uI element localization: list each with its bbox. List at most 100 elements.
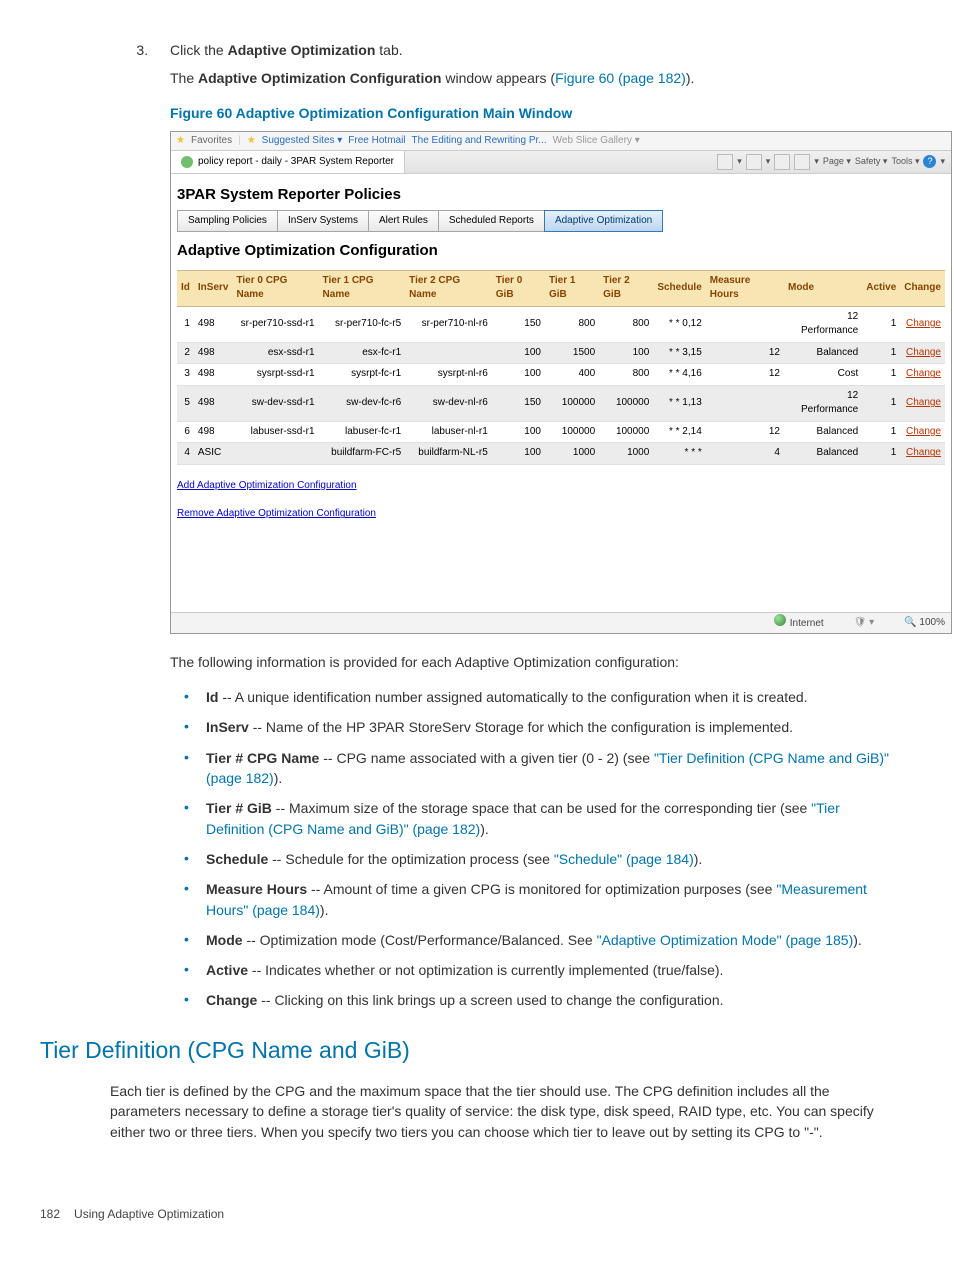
term-schedule: Schedule -- Schedule for the optimizatio… xyxy=(174,844,894,874)
cell-t2gib: 100000 xyxy=(599,421,653,443)
cell-id: 1 xyxy=(177,306,194,342)
table-row: 4ASICbuildfarm-FC-r5buildfarm-NL-r510010… xyxy=(177,443,945,465)
cell-t2gib: 800 xyxy=(599,306,653,342)
cell-t2name: sysrpt-nl-r6 xyxy=(405,364,492,386)
cell-t1gib: 1500 xyxy=(545,342,599,364)
col-schedule[interactable]: Schedule xyxy=(653,270,705,306)
gallery-link[interactable]: Web Slice Gallery ▾ xyxy=(553,134,640,149)
term-mode: Mode -- Optimization mode (Cost/Performa… xyxy=(174,925,894,955)
cell-t0gib: 150 xyxy=(492,385,545,421)
change-link[interactable]: Change xyxy=(906,368,941,379)
term-measure-hours: Measure Hours -- Amount of time a given … xyxy=(174,874,894,925)
col-change[interactable]: Change xyxy=(900,270,945,306)
cell-mode: Cost xyxy=(784,364,862,386)
help-icon[interactable]: ? xyxy=(923,155,936,168)
page-footer: 182Using Adaptive Optimization xyxy=(40,1206,894,1223)
table-row: 1498sr-per710-ssd-r1sr-per710-fc-r5sr-pe… xyxy=(177,306,945,342)
cell-t1name: sw-dev-fc-r6 xyxy=(319,385,406,421)
cell-change: Change xyxy=(900,306,945,342)
safety-menu[interactable]: Safety ▾ xyxy=(855,155,888,168)
cell-t0name: sw-dev-ssd-r1 xyxy=(232,385,318,421)
report-page-title: 3PAR System Reporter Policies xyxy=(177,184,945,206)
col-tier1-name[interactable]: Tier 1 CPG Name xyxy=(319,270,406,306)
following-info-line: The following information is provided fo… xyxy=(170,652,894,672)
cell-mode: Balanced xyxy=(784,421,862,443)
table-row: 5498sw-dev-ssd-r1sw-dev-fc-r6sw-dev-nl-r… xyxy=(177,385,945,421)
tools-menu[interactable]: Tools ▾ xyxy=(891,155,919,168)
config-table: Id InServ Tier 0 CPG Name Tier 1 CPG Nam… xyxy=(177,270,945,465)
feeds-icon[interactable] xyxy=(746,154,762,170)
protected-mode-icon[interactable]: 🛡 ▾ xyxy=(854,616,875,631)
col-measure-hours[interactable]: Measure Hours xyxy=(706,270,784,306)
home-icon[interactable] xyxy=(717,154,733,170)
cell-t0gib: 100 xyxy=(492,364,545,386)
print-icon[interactable] xyxy=(794,154,810,170)
change-link[interactable]: Change xyxy=(906,347,941,358)
cell-t2name: buildfarm-NL-r5 xyxy=(405,443,492,465)
figure-cross-ref[interactable]: Figure 60 (page 182) xyxy=(555,70,686,86)
cell-mode: Balanced xyxy=(784,342,862,364)
remove-config-link[interactable]: Remove Adaptive Optimization Configurati… xyxy=(177,507,945,522)
step-text: Click the xyxy=(170,42,228,58)
cell-schedule: * * 0,12 xyxy=(653,306,705,342)
cell-active: 1 xyxy=(862,306,900,342)
col-id[interactable]: Id xyxy=(177,270,194,306)
tab-adaptive-optimization[interactable]: Adaptive Optimization xyxy=(544,210,663,233)
term-id: Id -- A unique identification number ass… xyxy=(174,682,894,712)
table-row: 3498sysrpt-ssd-r1sysrpt-fc-r1sysrpt-nl-r… xyxy=(177,364,945,386)
cell-measure-hours: 4 xyxy=(706,443,784,465)
cell-change: Change xyxy=(900,342,945,364)
add-config-link[interactable]: Add Adaptive Optimization Configuration xyxy=(177,479,945,494)
tab-sampling-policies[interactable]: Sampling Policies xyxy=(177,210,278,233)
cell-active: 1 xyxy=(862,443,900,465)
cell-t2name xyxy=(405,342,492,364)
ao-mode-link[interactable]: "Adaptive Optimization Mode" (page 185) xyxy=(597,932,854,948)
col-active[interactable]: Active xyxy=(862,270,900,306)
cell-inserv: 498 xyxy=(194,306,233,342)
mail-icon[interactable] xyxy=(774,154,790,170)
cell-change: Change xyxy=(900,385,945,421)
tier-def-body: Each tier is defined by the CPG and the … xyxy=(110,1081,904,1142)
step-subline: The Adaptive Optimization Configuration … xyxy=(170,68,894,88)
term-inserv: InServ -- Name of the HP 3PAR StoreServ … xyxy=(174,712,894,742)
editing-link[interactable]: The Editing and Rewriting Pr... xyxy=(412,134,547,149)
change-link[interactable]: Change xyxy=(906,397,941,408)
cell-t2gib: 100 xyxy=(599,342,653,364)
cell-id: 5 xyxy=(177,385,194,421)
col-tier0-name[interactable]: Tier 0 CPG Name xyxy=(232,270,318,306)
col-tier2-name[interactable]: Tier 2 CPG Name xyxy=(405,270,492,306)
cell-inserv: 498 xyxy=(194,421,233,443)
cell-change: Change xyxy=(900,443,945,465)
cell-inserv: 498 xyxy=(194,342,233,364)
term-tier-cpg-name: Tier # CPG Name -- CPG name associated w… xyxy=(174,743,894,794)
cell-t0gib: 100 xyxy=(492,342,545,364)
cell-t0name xyxy=(232,443,318,465)
tab-inserv-systems[interactable]: InServ Systems xyxy=(277,210,369,233)
favorites-label[interactable]: Favorites xyxy=(191,134,232,149)
schedule-link[interactable]: "Schedule" (page 184) xyxy=(554,851,694,867)
browser-tab[interactable]: policy report - daily - 3PAR System Repo… xyxy=(171,151,405,173)
tab-alert-rules[interactable]: Alert Rules xyxy=(368,210,439,233)
cell-t0name: sr-per710-ssd-r1 xyxy=(232,306,318,342)
col-tier0-gib[interactable]: Tier 0 GiB xyxy=(492,270,545,306)
change-link[interactable]: Change xyxy=(906,426,941,437)
screenshot-frame: ★ Favorites | ★ Suggested Sites ▾ Free H… xyxy=(170,131,952,634)
free-hotmail-link[interactable]: Free Hotmail xyxy=(348,134,405,149)
zoom-level[interactable]: 🔍 100% xyxy=(904,616,945,631)
col-tier1-gib[interactable]: Tier 1 GiB xyxy=(545,270,599,306)
col-tier2-gib[interactable]: Tier 2 GiB xyxy=(599,270,653,306)
page-menu[interactable]: Page ▾ xyxy=(823,155,851,168)
col-inserv[interactable]: InServ xyxy=(194,270,233,306)
change-link[interactable]: Change xyxy=(906,318,941,329)
col-mode[interactable]: Mode xyxy=(784,270,862,306)
suggested-sites-link[interactable]: Suggested Sites ▾ xyxy=(262,134,343,149)
globe-icon xyxy=(774,614,786,626)
cell-t2name: sw-dev-nl-r6 xyxy=(405,385,492,421)
cell-mode: 12 Performance xyxy=(784,306,862,342)
cell-measure-hours xyxy=(706,306,784,342)
cell-measure-hours: 12 xyxy=(706,342,784,364)
cell-change: Change xyxy=(900,364,945,386)
tab-scheduled-reports[interactable]: Scheduled Reports xyxy=(438,210,545,233)
change-link[interactable]: Change xyxy=(906,447,941,458)
cell-id: 4 xyxy=(177,443,194,465)
